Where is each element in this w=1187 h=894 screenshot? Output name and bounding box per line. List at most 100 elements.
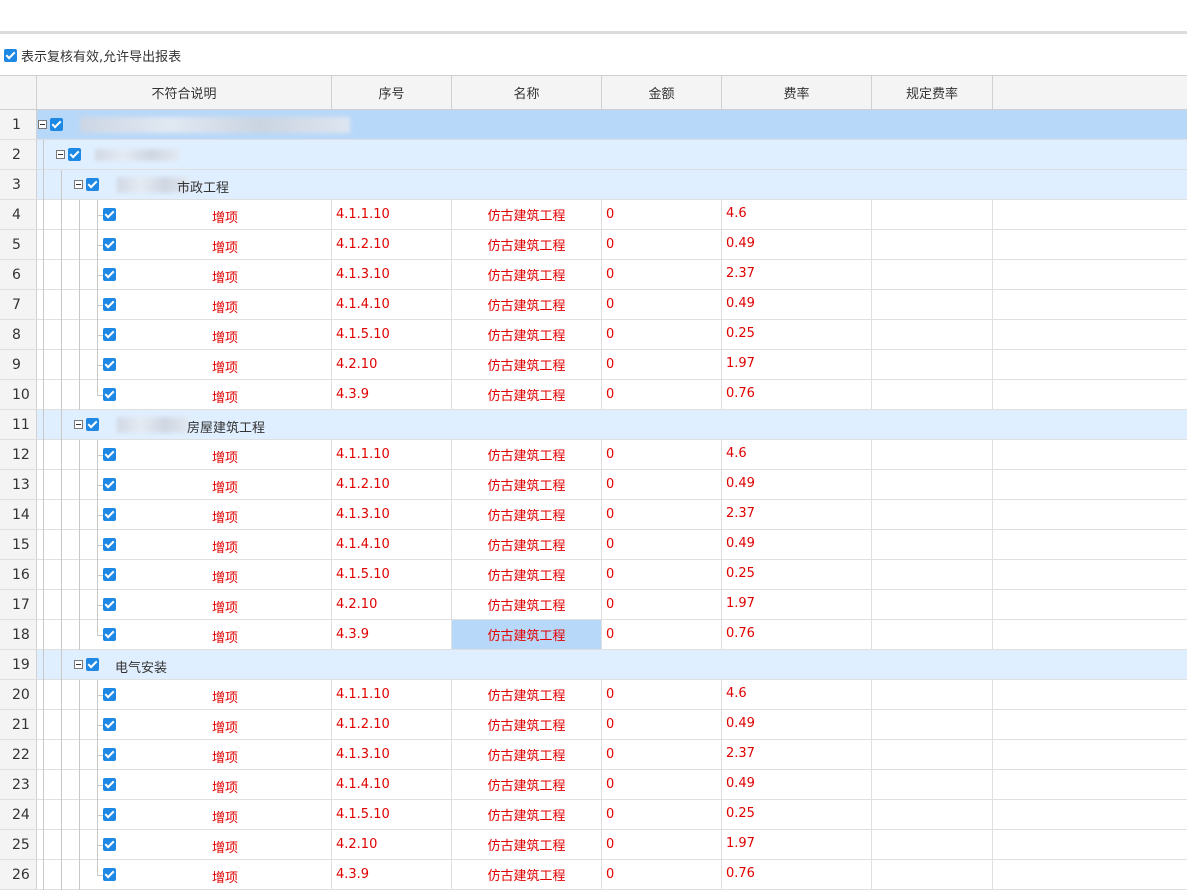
name-cell[interactable]: 仿古建筑工程	[452, 230, 602, 259]
table-row[interactable]: 23 增项 4.1.4.10 仿古建筑工程 0 0.49	[0, 770, 1187, 800]
description-cell[interactable]: 增项	[37, 860, 332, 890]
table-row[interactable]: 24 增项 4.1.5.10 仿古建筑工程 0 0.25	[0, 800, 1187, 830]
table-row[interactable]: 25 增项 4.2.10 仿古建筑工程 0 1.97	[0, 830, 1187, 860]
row-checkbox[interactable]	[103, 838, 116, 851]
rate-cell[interactable]: 2.37	[722, 260, 872, 289]
row-checkbox[interactable]	[103, 808, 116, 821]
table-row[interactable]: 26 增项 4.3.9 仿古建筑工程 0 0.76	[0, 860, 1187, 890]
name-cell[interactable]: 仿古建筑工程	[452, 260, 602, 289]
group-checkbox[interactable]	[68, 148, 81, 161]
amount-cell[interactable]: 0	[602, 620, 722, 649]
name-cell[interactable]: 仿古建筑工程	[452, 530, 602, 559]
standard-rate-cell[interactable]	[872, 800, 993, 829]
row-checkbox[interactable]	[103, 328, 116, 341]
table-row[interactable]: 10 增项 4.3.9 仿古建筑工程 0 0.76	[0, 380, 1187, 410]
seq-cell[interactable]: 4.1.3.10	[332, 500, 452, 529]
description-cell[interactable]: 增项	[37, 290, 332, 320]
amount-cell[interactable]: 0	[602, 770, 722, 799]
seq-cell[interactable]: 4.1.2.10	[332, 470, 452, 499]
group-checkbox[interactable]	[86, 658, 99, 671]
row-checkbox[interactable]	[103, 568, 116, 581]
seq-cell[interactable]: 4.3.9	[332, 860, 452, 889]
standard-rate-cell[interactable]	[872, 500, 993, 529]
table-row[interactable]: 6 增项 4.1.3.10 仿古建筑工程 0 2.37	[0, 260, 1187, 290]
rate-cell[interactable]: 0.25	[722, 560, 872, 589]
row-checkbox[interactable]	[103, 478, 116, 491]
name-cell[interactable]: 仿古建筑工程	[452, 470, 602, 499]
name-cell[interactable]: 仿古建筑工程	[452, 350, 602, 379]
seq-cell[interactable]: 4.1.1.10	[332, 680, 452, 709]
rate-cell[interactable]: 0.49	[722, 290, 872, 319]
standard-rate-cell[interactable]	[872, 380, 993, 409]
name-cell[interactable]: 仿古建筑工程	[452, 860, 602, 889]
standard-rate-cell[interactable]	[872, 860, 993, 889]
amount-cell[interactable]: 0	[602, 500, 722, 529]
row-checkbox[interactable]	[103, 508, 116, 521]
table-row[interactable]: 18 增项 4.3.9 仿古建筑工程 0 0.76	[0, 620, 1187, 650]
name-cell[interactable]: 仿古建筑工程	[452, 830, 602, 859]
amount-cell[interactable]: 0	[602, 230, 722, 259]
export-option-checkbox[interactable]	[4, 48, 17, 62]
name-cell[interactable]: 仿古建筑工程	[452, 560, 602, 589]
column-header-rate[interactable]: 费率	[722, 76, 872, 109]
row-checkbox[interactable]	[103, 238, 116, 251]
amount-cell[interactable]: 0	[602, 470, 722, 499]
name-cell[interactable]: 仿古建筑工程	[452, 500, 602, 529]
description-cell[interactable]: 增项	[37, 800, 332, 830]
description-cell[interactable]: 增项	[37, 200, 332, 230]
column-header-name[interactable]: 名称	[452, 76, 602, 109]
amount-cell[interactable]: 0	[602, 200, 722, 229]
name-cell[interactable]: 仿古建筑工程	[452, 800, 602, 829]
description-cell[interactable]: 增项	[37, 710, 332, 740]
table-row[interactable]: 21 增项 4.1.2.10 仿古建筑工程 0 0.49	[0, 710, 1187, 740]
row-checkbox[interactable]	[103, 358, 116, 371]
collapse-toggle-icon[interactable]	[74, 180, 83, 189]
table-row[interactable]: 7 增项 4.1.4.10 仿古建筑工程 0 0.49	[0, 290, 1187, 320]
seq-cell[interactable]: 4.1.1.10	[332, 200, 452, 229]
standard-rate-cell[interactable]	[872, 590, 993, 619]
group-cell[interactable]	[37, 140, 1187, 170]
standard-rate-cell[interactable]	[872, 710, 993, 739]
description-cell[interactable]: 增项	[37, 260, 332, 290]
rate-cell[interactable]: 0.76	[722, 860, 872, 889]
standard-rate-cell[interactable]	[872, 200, 993, 229]
name-cell[interactable]: 仿古建筑工程	[452, 290, 602, 319]
row-checkbox[interactable]	[103, 688, 116, 701]
standard-rate-cell[interactable]	[872, 470, 993, 499]
table-row[interactable]: 4 增项 4.1.1.10 仿古建筑工程 0 4.6	[0, 200, 1187, 230]
group-row[interactable]: 19 电气安装	[0, 650, 1187, 680]
amount-cell[interactable]: 0	[602, 350, 722, 379]
table-row[interactable]: 15 增项 4.1.4.10 仿古建筑工程 0 0.49	[0, 530, 1187, 560]
rate-cell[interactable]: 0.49	[722, 230, 872, 259]
row-checkbox[interactable]	[103, 598, 116, 611]
description-cell[interactable]: 增项	[37, 560, 332, 590]
amount-cell[interactable]: 0	[602, 560, 722, 589]
name-cell[interactable]: 仿古建筑工程	[452, 590, 602, 619]
table-row[interactable]: 22 增项 4.1.3.10 仿古建筑工程 0 2.37	[0, 740, 1187, 770]
seq-cell[interactable]: 4.1.3.10	[332, 740, 452, 769]
group-row[interactable]: 11 房屋建筑工程	[0, 410, 1187, 440]
name-cell[interactable]: 仿古建筑工程	[452, 740, 602, 769]
rate-cell[interactable]: 4.6	[722, 680, 872, 709]
row-checkbox[interactable]	[103, 628, 116, 641]
name-cell[interactable]: 仿古建筑工程	[452, 320, 602, 349]
seq-cell[interactable]: 4.1.4.10	[332, 290, 452, 319]
column-header-seq[interactable]: 序号	[332, 76, 452, 109]
rate-cell[interactable]: 0.49	[722, 770, 872, 799]
row-checkbox[interactable]	[103, 538, 116, 551]
description-cell[interactable]: 增项	[37, 590, 332, 620]
table-row[interactable]: 13 增项 4.1.2.10 仿古建筑工程 0 0.49	[0, 470, 1187, 500]
seq-cell[interactable]: 4.1.4.10	[332, 530, 452, 559]
group-cell[interactable]: 房屋建筑工程	[37, 410, 1187, 440]
rate-cell[interactable]: 0.49	[722, 530, 872, 559]
group-cell[interactable]: 市政工程	[37, 170, 1187, 200]
seq-cell[interactable]: 4.1.1.10	[332, 440, 452, 469]
seq-cell[interactable]: 4.2.10	[332, 830, 452, 859]
standard-rate-cell[interactable]	[872, 350, 993, 379]
row-checkbox[interactable]	[103, 748, 116, 761]
collapse-toggle-icon[interactable]	[74, 660, 83, 669]
seq-cell[interactable]: 4.1.3.10	[332, 260, 452, 289]
group-row[interactable]: 2	[0, 140, 1187, 170]
seq-cell[interactable]: 4.2.10	[332, 350, 452, 379]
name-cell[interactable]: 仿古建筑工程	[452, 200, 602, 229]
